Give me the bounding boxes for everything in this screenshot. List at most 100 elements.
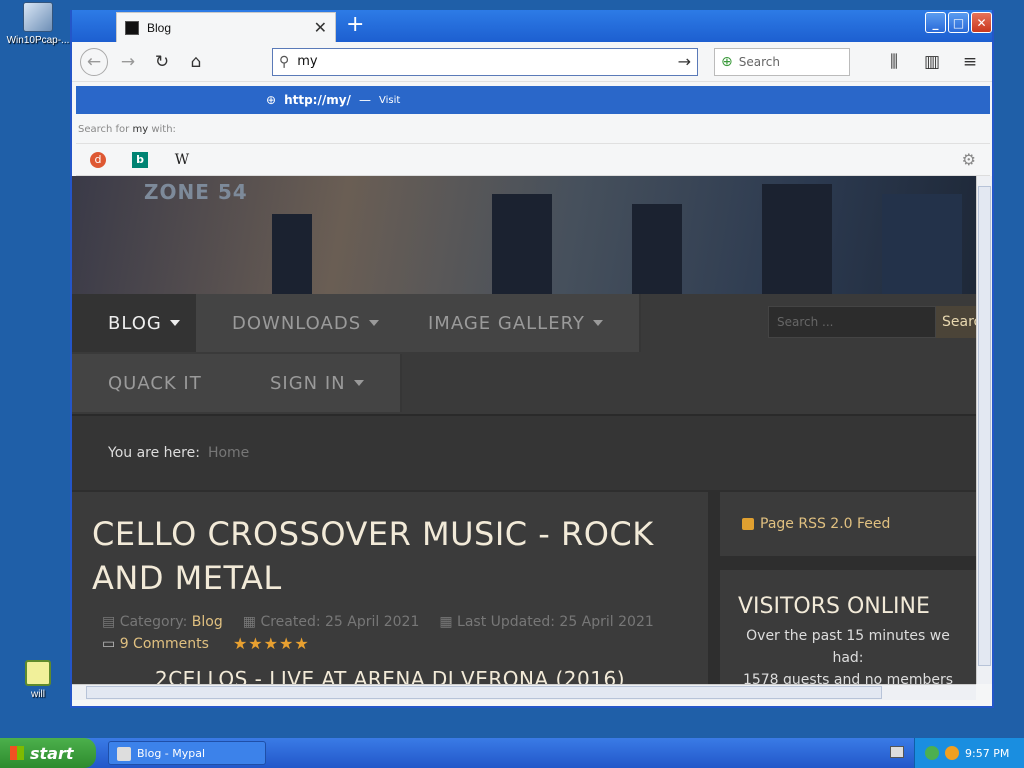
home-button[interactable]: ⌂	[182, 48, 210, 76]
calendar-icon: ▦	[242, 614, 256, 630]
rss-feed-link[interactable]: Page RSS 2.0 Feed	[720, 492, 976, 556]
clock[interactable]: 9:57 PM	[965, 747, 1009, 760]
new-tab-button[interactable]: +	[346, 14, 364, 36]
nav-toolbar: ← → ↻ ⌂ ⚲ → ⊕ ⫼ ▥ ≡	[72, 42, 992, 82]
breadcrumb-prefix: You are here:	[108, 445, 200, 461]
menu-item-quack-it[interactable]: QUACK IT	[72, 354, 240, 412]
wikipedia-icon[interactable]: W	[174, 152, 190, 168]
search-icon: ⚲	[279, 53, 290, 70]
bing-icon[interactable]: b	[132, 151, 148, 168]
search-tray-icon[interactable]	[945, 746, 959, 760]
site-logo[interactable]: ZONE 54	[144, 180, 248, 204]
search-for-prefix: Search for	[78, 124, 130, 135]
visitors-title: VISITORS ONLINE	[738, 594, 930, 619]
start-button[interactable]: start	[0, 738, 96, 768]
menu-item-downloads[interactable]: DOWNLOADS	[196, 294, 418, 352]
toolbar-right: ⫼ ▥ ≡	[880, 48, 984, 76]
taskbar: start Blog - Mypal 9:57 PM	[0, 738, 1024, 768]
desktop-icon-label: Win10Pcap-...	[6, 35, 70, 46]
banner-building	[632, 204, 682, 294]
browser-window: Blog ✕ + _ □ ✕ ← → ↻ ⌂ ⚲ → ⊕ ⫼ ▥ ≡ ⊕ ht	[70, 10, 994, 708]
minimize-button[interactable]: _	[925, 12, 946, 33]
search-engines-row: d b W ⚙	[76, 144, 990, 176]
duckduckgo-icon[interactable]: d	[90, 151, 106, 168]
globe-icon: ⊕	[266, 93, 277, 107]
search-for-term: my	[132, 124, 149, 135]
article-meta-2: ▭ 9 Comments ★★★★★	[92, 634, 688, 653]
category-meta: ▤ Category: Blog	[102, 614, 223, 630]
url-suggestion[interactable]: ⊕ http://my/ — Visit	[76, 86, 990, 114]
window-controls: _ □ ✕	[925, 12, 992, 33]
page-content: ZONE 54 BLOG DOWNLOADS IMAGE GALLERY QUA…	[72, 176, 976, 684]
user-folder-icon	[25, 660, 51, 686]
reload-button[interactable]: ↻	[148, 48, 176, 76]
keyboard-icon[interactable]	[890, 746, 904, 758]
site-search-input[interactable]	[768, 306, 936, 338]
rss-label: Page RSS 2.0 Feed	[760, 516, 891, 532]
visitors-text: Over the past 15 minutes we had:	[746, 628, 950, 666]
search-for-suffix: with:	[151, 124, 176, 135]
category-link[interactable]: Blog	[192, 614, 223, 630]
site-favicon-icon	[125, 20, 139, 35]
vertical-scroll-thumb[interactable]	[978, 186, 991, 666]
suggestion-separator: —	[358, 93, 371, 107]
site-banner: ZONE 54	[72, 176, 976, 294]
close-window-button[interactable]: ✕	[971, 12, 992, 33]
suggestion-url: http://my/	[284, 93, 351, 107]
horizontal-scrollbar[interactable]	[72, 684, 976, 700]
banner-building	[492, 194, 552, 294]
folder-icon: ▤	[102, 614, 116, 630]
back-button[interactable]: ←	[80, 47, 108, 76]
site-search: Search	[768, 306, 976, 338]
search-input[interactable]	[738, 54, 829, 69]
mypal-icon	[117, 747, 131, 761]
comment-icon: ▭	[102, 635, 116, 652]
article: CELLO CROSSOVER MUSIC - ROCK AND METAL ▤…	[72, 492, 708, 684]
search-bar[interactable]: ⊕	[714, 47, 850, 76]
tab-blog[interactable]: Blog ✕	[116, 12, 336, 42]
article-title[interactable]: CELLO CROSSOVER MUSIC - ROCK AND METAL	[92, 512, 688, 600]
menu-item-sign-in[interactable]: SIGN IN	[234, 354, 402, 412]
updated-meta: ▦ Last Updated: 25 April 2021	[439, 614, 654, 630]
sidebar-icon[interactable]: ▥	[918, 48, 946, 76]
address-bar[interactable]: ⚲ →	[272, 47, 698, 76]
tab-title: Blog	[147, 20, 172, 35]
rss-icon	[742, 518, 754, 530]
address-input[interactable]	[297, 54, 670, 69]
comments-link[interactable]: ▭ 9 Comments	[102, 636, 209, 652]
breadcrumb-home[interactable]: Home	[208, 445, 249, 461]
title-bar: Blog ✕ + _ □ ✕	[72, 10, 992, 42]
vertical-scrollbar[interactable]	[976, 176, 992, 684]
windows-logo-icon	[10, 746, 24, 760]
site-search-button[interactable]: Search	[936, 306, 976, 338]
banner-building	[272, 214, 312, 294]
library-icon[interactable]: ⫼	[880, 48, 908, 76]
taskbar-item-blog-mypal[interactable]: Blog - Mypal	[108, 741, 266, 765]
go-arrow-icon[interactable]: →	[678, 52, 691, 71]
site-menu: BLOG DOWNLOADS IMAGE GALLERY QUACK IT SI…	[72, 294, 976, 414]
network-icon[interactable]	[925, 746, 939, 760]
search-engine-icon[interactable]: ⊕	[721, 54, 733, 70]
maximize-button[interactable]: □	[948, 12, 969, 33]
calendar-icon: ▦	[439, 614, 453, 630]
tab-close-icon[interactable]: ✕	[314, 18, 327, 37]
breadcrumb: You are here: Home	[72, 414, 976, 490]
desktop-icon-will[interactable]: will	[2, 660, 74, 700]
banner-building	[882, 194, 962, 294]
rating-stars[interactable]: ★★★★★	[233, 634, 310, 653]
installer-icon	[23, 2, 53, 32]
visitors-count: 1578 guests and no members	[742, 672, 954, 684]
suggestion-action: Visit	[378, 94, 401, 106]
menu-item-image-gallery[interactable]: IMAGE GALLERY	[392, 294, 641, 352]
video-title: 2CELLOS - LIVE AT ARENA DI VERONA (2016)	[154, 667, 626, 684]
created-meta: ▦ Created: 25 April 2021	[242, 614, 420, 630]
horizontal-scroll-thumb[interactable]	[86, 686, 882, 699]
menu-icon[interactable]: ≡	[956, 48, 984, 76]
desktop-icon-label: will	[31, 689, 45, 700]
search-settings-gear-icon[interactable]: ⚙	[962, 150, 976, 169]
article-meta: ▤ Category: Blog ▦ Created: 25 April 202…	[92, 614, 688, 630]
desktop-icon-win10pcap[interactable]: Win10Pcap-...	[2, 2, 74, 46]
search-for-row: Search for my with:	[76, 118, 990, 144]
visitors-online-module: VISITORS ONLINE Over the past 15 minutes…	[720, 570, 976, 684]
forward-button[interactable]: →	[114, 48, 142, 76]
